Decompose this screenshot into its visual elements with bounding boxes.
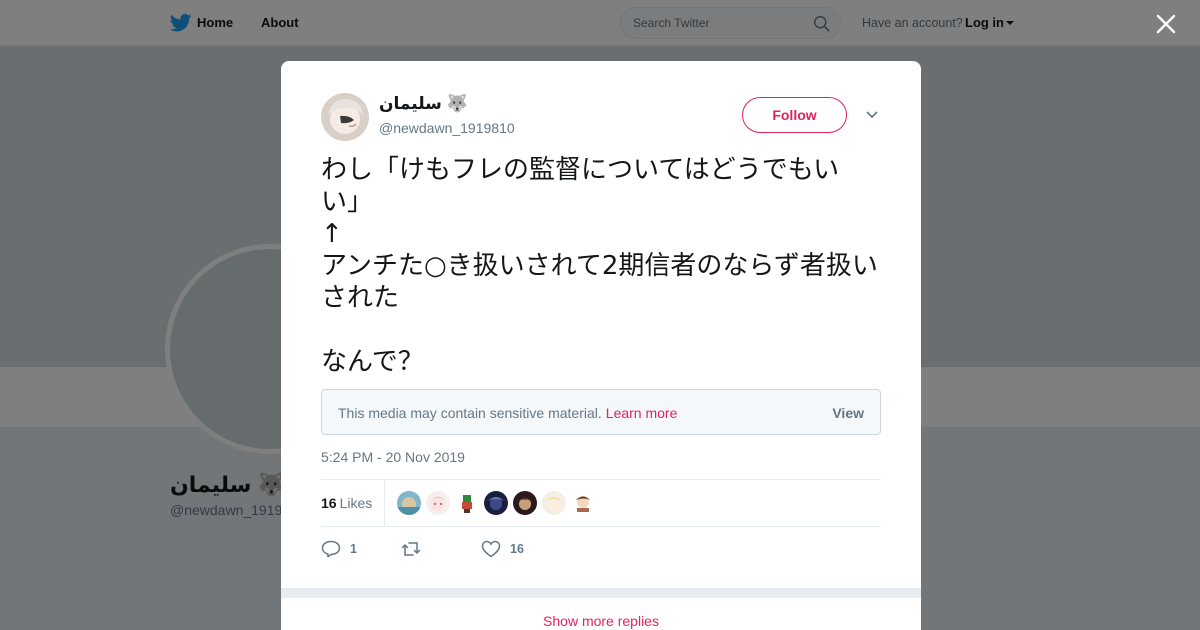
show-more-replies-link[interactable]: Show more replies — [281, 598, 921, 630]
author-avatar[interactable] — [321, 93, 369, 141]
like-count: 16 — [510, 542, 524, 556]
sensitive-text: This media may contain sensitive materia… — [338, 405, 677, 421]
tweet-text: わし「けもフレの監督についてはどうでもいい」 ↑ アンチた○き扱いされて2期信者… — [321, 155, 878, 377]
likes-count: 16 — [321, 495, 337, 511]
author-handle[interactable]: @newdawn_1919810 — [379, 120, 515, 136]
view-media-button[interactable]: View — [832, 405, 864, 421]
tweet-actions: 1 16 — [321, 537, 881, 561]
tweet-stats: 16 Likes — [321, 479, 881, 527]
like-action[interactable]: 16 — [481, 539, 551, 559]
retweet-icon — [401, 542, 421, 556]
liker-avatar[interactable] — [513, 491, 537, 515]
close-icon[interactable] — [1152, 10, 1180, 38]
reply-action[interactable]: 1 — [321, 539, 381, 559]
tweet-timestamp[interactable]: 5:24 PM - 20 Nov 2019 — [321, 449, 465, 465]
reply-icon — [321, 540, 341, 558]
liker-avatar[interactable] — [426, 491, 450, 515]
liker-avatar[interactable] — [484, 491, 508, 515]
author-avatar-image — [321, 93, 369, 141]
sensitive-media-notice: This media may contain sensitive materia… — [321, 389, 881, 435]
heart-icon — [481, 540, 501, 558]
chevron-down-icon[interactable] — [865, 110, 879, 120]
tweet-modal: سليمان 🐺 @newdawn_1919810 Follow わし「けもフレ… — [281, 61, 921, 630]
author-display-name[interactable]: سليمان 🐺 — [379, 94, 468, 114]
likes-label: Likes — [339, 495, 373, 511]
follow-button[interactable]: Follow — [742, 97, 847, 133]
stats-divider — [384, 480, 385, 526]
likes-stat[interactable]: 16 Likes — [321, 495, 372, 511]
liker-avatar[interactable] — [571, 491, 595, 515]
liker-avatar[interactable] — [397, 491, 421, 515]
retweet-action[interactable] — [401, 539, 461, 559]
liker-avatar[interactable] — [542, 491, 566, 515]
liker-avatar[interactable] — [455, 491, 479, 515]
replies-separator — [281, 588, 921, 598]
reply-count: 1 — [350, 542, 357, 556]
learn-more-link[interactable]: Learn more — [606, 405, 678, 421]
sensitive-message: This media may contain sensitive materia… — [338, 405, 602, 421]
